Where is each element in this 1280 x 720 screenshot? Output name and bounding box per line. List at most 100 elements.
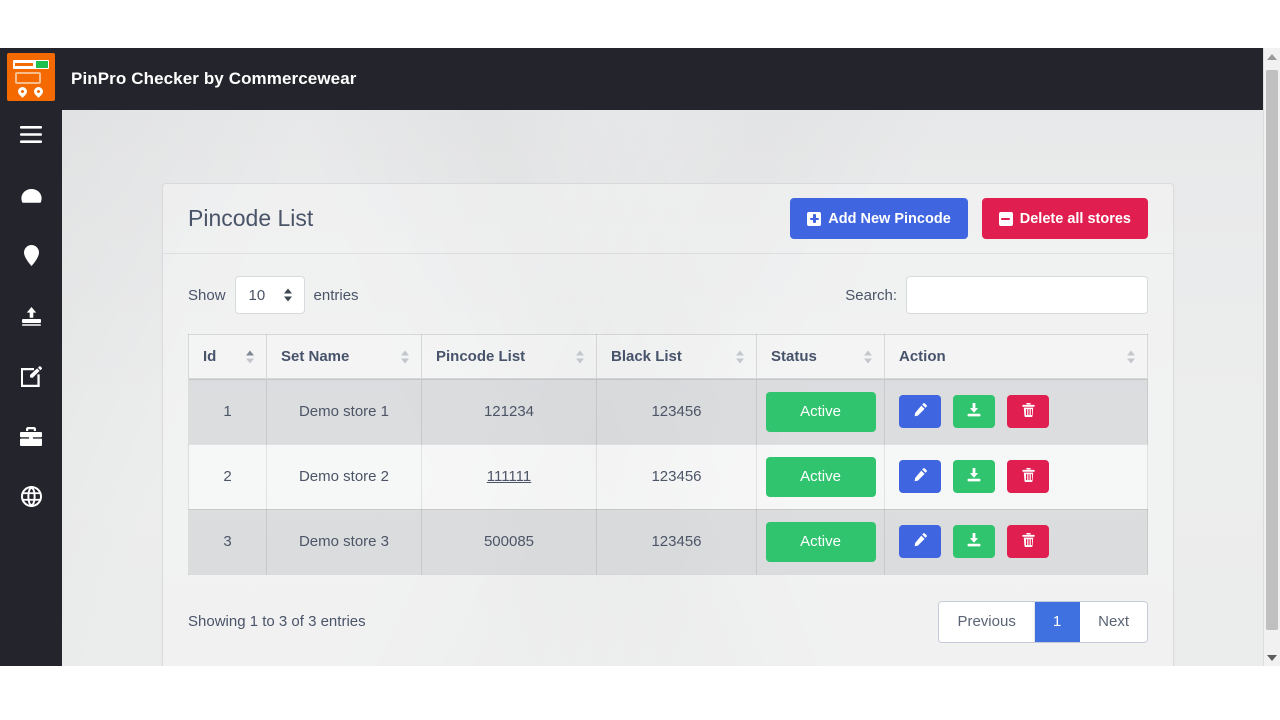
page-length-value: 10 xyxy=(248,286,266,304)
trash-delete-icon xyxy=(1021,533,1035,550)
upload-icon xyxy=(21,306,42,326)
add-new-pincode-button[interactable]: Add New Pincode xyxy=(790,198,968,239)
top-navbar: PinPro Checker by Commercewear xyxy=(62,48,1280,110)
column-header-pincode-list[interactable]: Pincode List xyxy=(421,334,597,380)
pagination-page-1[interactable]: 1 xyxy=(1034,601,1081,642)
panel-header-actions: Add New Pincode Delete all stores xyxy=(790,198,1148,239)
search-label: Search: xyxy=(845,286,897,304)
table-head: Id Set Name Pincode List Black List Stat… xyxy=(188,334,1148,380)
sidebar-item-dashboard[interactable] xyxy=(0,176,62,216)
cell-set-name: Demo store 2 xyxy=(266,443,422,510)
cell-pincode-list: 500085 xyxy=(421,508,597,575)
app-title: PinPro Checker by Commercewear xyxy=(71,69,357,88)
column-header-set-name[interactable]: Set Name xyxy=(266,334,422,380)
pencil-edit-icon xyxy=(913,468,927,485)
pagination-next[interactable]: Next xyxy=(1080,601,1147,642)
delete-all-stores-button[interactable]: Delete all stores xyxy=(981,198,1148,239)
scrollbar-down-arrow-icon[interactable] xyxy=(1264,649,1280,666)
pagination: Previous 1 Next xyxy=(938,600,1148,643)
store-truck-logo-icon[interactable] xyxy=(7,53,55,101)
datatable-search-filter: Search: xyxy=(845,276,1148,314)
download-row-button[interactable] xyxy=(953,460,995,493)
column-label: Pincode List xyxy=(436,348,526,365)
datatable-info: Showing 1 to 3 of 3 entries xyxy=(188,613,366,630)
cell-pincode-list: 121234 xyxy=(421,378,597,445)
sort-arrows-icon xyxy=(864,349,873,364)
page-title: Pincode List xyxy=(188,205,314,231)
sidebar-item-upload[interactable] xyxy=(0,296,62,336)
trash-delete-icon xyxy=(1021,403,1035,420)
minus-square-icon xyxy=(998,211,1013,226)
cell-black-list: 123456 xyxy=(596,508,757,575)
status-badge: Active xyxy=(765,391,876,432)
sidebar-item-stores[interactable] xyxy=(0,416,62,456)
status-badge: Active xyxy=(765,521,876,562)
trash-delete-icon xyxy=(1021,468,1035,485)
cell-pincode-list[interactable]: 111111 xyxy=(421,443,597,510)
delete-row-button[interactable] xyxy=(1007,460,1049,493)
cell-black-list: 123456 xyxy=(596,378,757,445)
delete-row-button[interactable] xyxy=(1007,395,1049,429)
search-input[interactable] xyxy=(906,276,1148,314)
sidebar-item-menu-toggle[interactable] xyxy=(0,114,62,154)
scrollbar-up-arrow-icon[interactable] xyxy=(1264,48,1280,65)
panel-header: Pincode List Add New Pincode Delete all … xyxy=(163,184,1173,254)
column-header-action[interactable]: Action xyxy=(884,334,1148,380)
edit-row-button[interactable] xyxy=(899,460,941,493)
show-label: Show xyxy=(188,286,226,304)
pagination-previous[interactable]: Previous xyxy=(939,601,1035,642)
globe-icon xyxy=(20,485,42,507)
sort-arrows-icon xyxy=(246,349,255,364)
chevron-updown-icon xyxy=(283,288,293,303)
sidebar-item-edit[interactable] xyxy=(0,356,62,396)
column-label: Status xyxy=(771,348,817,365)
sort-arrows-icon xyxy=(576,349,585,364)
scrollbar-thumb[interactable] xyxy=(1266,70,1278,630)
column-header-status[interactable]: Status xyxy=(756,334,885,380)
status-badge: Active xyxy=(765,456,876,497)
cell-set-name: Demo store 3 xyxy=(266,508,422,575)
vertical-scrollbar[interactable] xyxy=(1263,48,1280,666)
cell-action xyxy=(884,378,1148,445)
pencil-edit-icon xyxy=(913,533,927,550)
cell-id: 3 xyxy=(188,508,267,575)
cell-action xyxy=(884,508,1148,575)
edit-row-button[interactable] xyxy=(899,525,941,558)
download-row-button[interactable] xyxy=(953,395,995,429)
cell-id: 1 xyxy=(188,378,267,445)
table-row: 2 Demo store 2 111111 123456 Active xyxy=(188,443,1148,510)
column-label: Action xyxy=(899,348,946,365)
column-label: Black List xyxy=(611,348,682,365)
sidebar xyxy=(0,48,62,666)
entries-length-control: Show 10 entries xyxy=(188,276,359,314)
table-body: 1 Demo store 1 121234 123456 Active 2 De… xyxy=(188,378,1148,575)
datatable-footer: Showing 1 to 3 of 3 entries Previous 1 N… xyxy=(188,600,1148,643)
sidebar-item-pincodes[interactable] xyxy=(0,235,62,275)
cell-action xyxy=(884,443,1148,510)
delete-row-button[interactable] xyxy=(1007,525,1049,558)
logo-pin-right xyxy=(32,85,45,98)
sort-arrows-icon xyxy=(736,349,745,364)
column-header-id[interactable]: Id xyxy=(188,334,267,380)
column-label: Id xyxy=(203,348,217,365)
download-icon xyxy=(967,468,981,485)
map-pin-icon xyxy=(23,244,39,266)
sort-arrows-icon xyxy=(401,349,410,364)
dashboard-speedometer-icon xyxy=(20,188,42,205)
page-length-select[interactable]: 10 xyxy=(234,276,305,314)
edit-row-button[interactable] xyxy=(899,395,941,429)
pincode-table: Id Set Name Pincode List Black List Stat… xyxy=(188,334,1148,575)
sidebar-item-global[interactable] xyxy=(0,476,62,516)
cell-status: Active xyxy=(756,508,885,575)
download-icon xyxy=(967,533,981,550)
plus-square-icon xyxy=(807,211,822,226)
download-row-button[interactable] xyxy=(953,525,995,558)
logo-pin-left xyxy=(16,85,29,98)
browser-viewport: PinPro Checker by Commercewear Pincode L… xyxy=(0,48,1280,666)
download-icon xyxy=(967,403,981,420)
column-label: Set Name xyxy=(281,348,350,365)
column-header-black-list[interactable]: Black List xyxy=(596,334,757,380)
cell-set-name: Demo store 1 xyxy=(266,378,422,445)
main-content: Pincode List Add New Pincode Delete all … xyxy=(62,110,1280,666)
hamburger-menu-icon xyxy=(20,125,42,143)
